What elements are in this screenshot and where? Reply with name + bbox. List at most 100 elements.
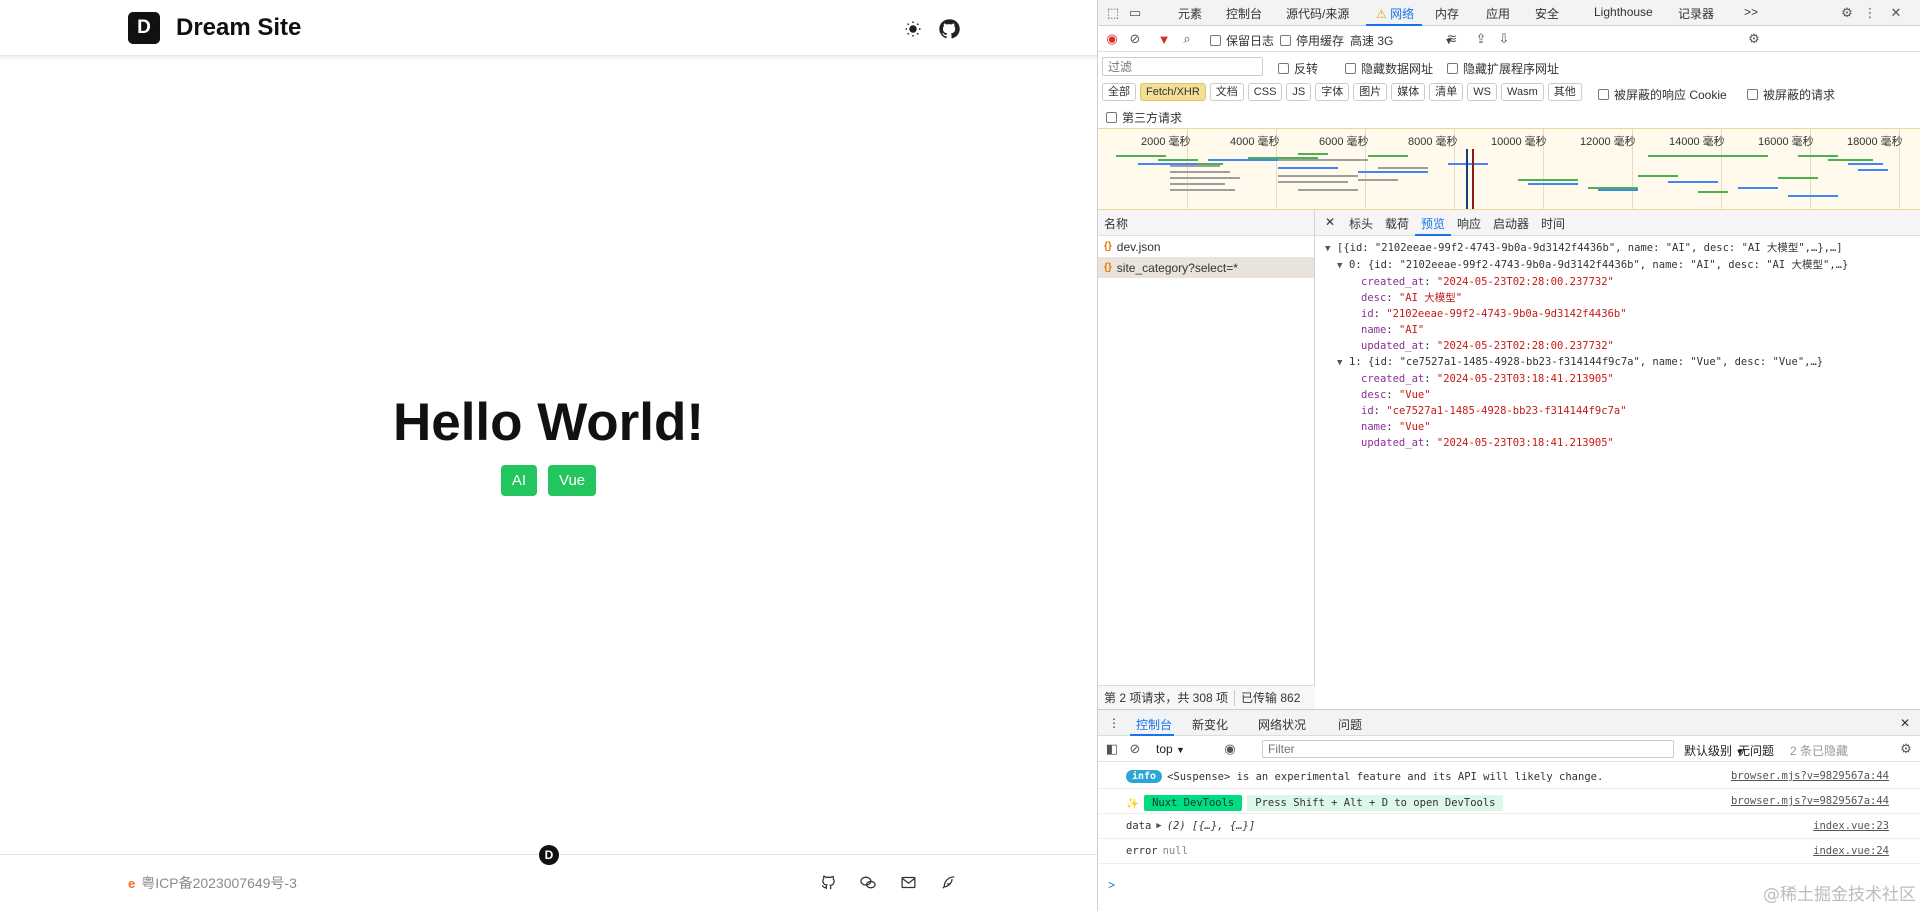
- tab-memory[interactable]: 内存: [1435, 5, 1459, 22]
- type-filter-doc[interactable]: 文档: [1209, 83, 1244, 101]
- type-filter-fetch-xhr[interactable]: Fetch/XHR: [1140, 83, 1206, 101]
- console-toolbar: ◧ ⊘ top ▼ ◉ 默认级别 ▼ 无问题 2 条已隐藏 ⚙: [1098, 736, 1920, 762]
- mail-icon[interactable]: [898, 872, 918, 892]
- name-column-header[interactable]: 名称: [1098, 210, 1314, 236]
- tree-row-root[interactable]: ▼ [{id: "2102eeae-99f2-4743-9b0a-9d3142f4…: [1325, 240, 1848, 257]
- item0-summary: 0: {id: "2102eeae-99f2-4743-9b0a-9d3142f…: [1349, 259, 1849, 271]
- github-icon[interactable]: [937, 17, 961, 41]
- site-name[interactable]: Dream Site: [176, 14, 301, 42]
- devtools-tabbar: ⬚ ▭ 元素 控制台 源代码/来源 ⚠ 网络 内存 应用 安全 Lighthou…: [1098, 0, 1920, 26]
- tab-timing[interactable]: 时间: [1541, 215, 1565, 232]
- icp-text[interactable]: 粤ICP备2023007649号-3: [141, 873, 297, 893]
- tab-security[interactable]: 安全: [1535, 5, 1559, 22]
- search-icon[interactable]: ⌕: [1179, 31, 1195, 47]
- type-filter-manifest[interactable]: 清单: [1429, 83, 1464, 101]
- tag-vue[interactable]: Vue: [548, 465, 597, 496]
- type-filter-other[interactable]: 其他: [1547, 83, 1582, 101]
- close-drawer-icon[interactable]: ✕: [1900, 716, 1910, 730]
- checkbox-box: [1345, 63, 1356, 74]
- tab-recorder[interactable]: 记录器: [1678, 5, 1714, 22]
- close-detail-icon[interactable]: ✕: [1325, 215, 1335, 229]
- tab-response[interactable]: 响应: [1457, 215, 1481, 232]
- context-select[interactable]: top ▼: [1156, 742, 1185, 756]
- type-filter-js[interactable]: JS: [1286, 83, 1312, 101]
- network-settings-icon[interactable]: ⚙: [1746, 31, 1762, 47]
- tab-console[interactable]: 控制台: [1226, 5, 1262, 22]
- sun-icon[interactable]: [901, 17, 925, 41]
- drawer-menu-icon[interactable]: ⋮: [1108, 716, 1120, 730]
- log-level-select[interactable]: 默认级别 ▼: [1684, 742, 1744, 759]
- drawer-tab-console[interactable]: 控制台: [1136, 716, 1172, 733]
- sidebar-toggle-icon[interactable]: ◧: [1104, 741, 1120, 757]
- type-filter-all[interactable]: 全部: [1102, 83, 1136, 101]
- github-icon[interactable]: [818, 872, 838, 892]
- drawer-tab-whats-new[interactable]: 新变化: [1192, 716, 1228, 733]
- hide-ext-urls-label: 隐藏扩展程序网址: [1463, 62, 1560, 76]
- record-stop-icon[interactable]: ◉: [1104, 31, 1120, 47]
- hide-ext-urls-checkbox[interactable]: 隐藏扩展程序网址: [1447, 60, 1559, 77]
- drawer-tab-issues[interactable]: 问题: [1338, 716, 1362, 733]
- disable-cache-checkbox[interactable]: 停用缓存: [1280, 32, 1344, 49]
- wechat-icon[interactable]: [858, 872, 878, 892]
- log-source-link[interactable]: browser.mjs?v=9829567a:44: [1731, 795, 1889, 807]
- tag-ai[interactable]: AI: [500, 465, 538, 496]
- tab-elements[interactable]: 元素: [1178, 5, 1202, 22]
- info-badge: info: [1126, 770, 1163, 783]
- type-filter-media[interactable]: 媒体: [1391, 83, 1426, 101]
- tab-network[interactable]: ⚠ 网络: [1376, 5, 1414, 22]
- type-filter-ws[interactable]: WS: [1467, 83, 1497, 101]
- export-har-icon[interactable]: ⇩: [1496, 31, 1512, 47]
- import-har-icon[interactable]: ⇪: [1473, 31, 1489, 47]
- console-prompt[interactable]: >: [1108, 878, 1115, 892]
- more-tabs-button[interactable]: >>: [1744, 5, 1758, 19]
- type-filter-css[interactable]: CSS: [1247, 83, 1283, 101]
- tab-initiator[interactable]: 启动器: [1493, 215, 1529, 232]
- filter-icon[interactable]: ▼: [1156, 31, 1172, 47]
- type-filter-img[interactable]: 图片: [1353, 83, 1388, 101]
- device-toolbar-icon[interactable]: ▭: [1127, 5, 1143, 21]
- tab-sources[interactable]: 源代码/来源: [1286, 5, 1349, 22]
- network-conditions-icon[interactable]: ≋: [1444, 31, 1460, 47]
- request-row-site-category[interactable]: {} site_category?select=*: [1098, 257, 1314, 278]
- network-timeline-overview[interactable]: 2000 毫秒 4000 毫秒 6000 毫秒 8000 毫秒 10000 毫秒…: [1098, 128, 1920, 210]
- expand-triangle-icon[interactable]: ▶: [1156, 821, 1161, 831]
- tree-row-item0[interactable]: ▼ 0: {id: "2102eeae-99f2-4743-9b0a-9d3142…: [1325, 257, 1848, 274]
- devtools-panel: ⬚ ▭ 元素 控制台 源代码/来源 ⚠ 网络 内存 应用 安全 Lighthou…: [1097, 0, 1920, 911]
- settings-gear-icon[interactable]: ⚙: [1839, 5, 1855, 21]
- clear-console-icon[interactable]: ⊘: [1127, 741, 1143, 757]
- item0-created-at: "2024-05-23T02:28:00.237732": [1436, 276, 1614, 288]
- inspect-element-icon[interactable]: ⬚: [1105, 5, 1121, 21]
- third-party-checkbox[interactable]: 第三方请求: [1106, 109, 1182, 126]
- network-filter-input[interactable]: [1102, 57, 1263, 76]
- feather-icon[interactable]: [938, 872, 958, 892]
- eye-icon[interactable]: ◉: [1222, 741, 1238, 757]
- type-filter-font[interactable]: 字体: [1315, 83, 1350, 101]
- request-row-dev-json[interactable]: {} dev.json: [1098, 236, 1314, 257]
- log-source-link[interactable]: index.vue:24: [1813, 845, 1889, 857]
- log-text[interactable]: (2) [{…}, {…}]: [1167, 820, 1256, 832]
- more-options-icon[interactable]: ⋮: [1862, 5, 1878, 21]
- throttle-select[interactable]: 高速 3G ▼: [1350, 32, 1453, 49]
- tab-headers[interactable]: 标头: [1349, 215, 1373, 232]
- tab-application[interactable]: 应用: [1486, 5, 1510, 22]
- icp-record[interactable]: e 粤ICP备2023007649号-3: [128, 873, 297, 893]
- site-logo[interactable]: D: [128, 12, 160, 44]
- log-source-link[interactable]: browser.mjs?v=9829567a:44: [1731, 770, 1889, 782]
- blocked-cookies-checkbox[interactable]: 被屏蔽的响应 Cookie: [1598, 86, 1727, 103]
- console-settings-icon[interactable]: ⚙: [1898, 741, 1914, 757]
- tab-preview[interactable]: 预览: [1421, 215, 1445, 232]
- clear-icon[interactable]: ⊘: [1127, 31, 1143, 47]
- tab-payload[interactable]: 载荷: [1385, 215, 1409, 232]
- tab-lighthouse[interactable]: Lighthouse: [1594, 5, 1653, 19]
- tree-row-item1[interactable]: ▼ 1: {id: "ce7527a1-1485-4928-bb23-f31414…: [1325, 354, 1848, 371]
- log-source-link[interactable]: index.vue:23: [1813, 820, 1889, 832]
- console-filter-input[interactable]: [1262, 740, 1674, 758]
- drawer-tab-network-conditions[interactable]: 网络状况: [1258, 716, 1306, 733]
- hide-data-urls-checkbox[interactable]: 隐藏数据网址: [1345, 60, 1433, 77]
- blocked-requests-checkbox[interactable]: 被屏蔽的请求: [1747, 86, 1835, 103]
- close-icon[interactable]: ✕: [1888, 5, 1904, 21]
- preserve-log-checkbox[interactable]: 保留日志: [1210, 32, 1274, 49]
- issues-counter[interactable]: 无问题: [1738, 742, 1774, 759]
- invert-checkbox[interactable]: 反转: [1278, 60, 1318, 77]
- type-filter-wasm[interactable]: Wasm: [1501, 83, 1544, 101]
